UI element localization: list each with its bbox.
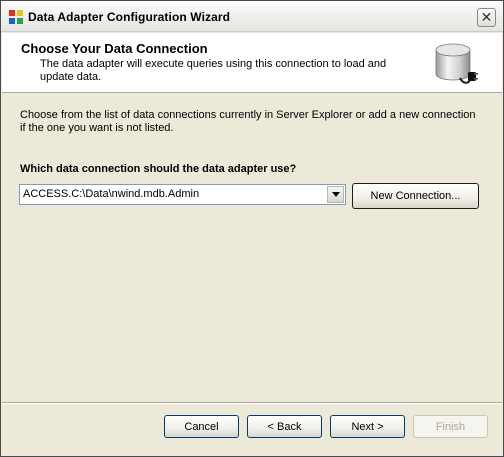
page-description: The data adapter will execute queries us… (40, 58, 387, 83)
chevron-down-icon (331, 192, 340, 197)
app-icon (9, 10, 23, 24)
wizard-window: Data Adapter Configuration Wizard ✕ Choo… (0, 0, 504, 457)
footer-divider-highlight (2, 403, 502, 404)
title-bar[interactable]: Data Adapter Configuration Wizard ✕ (1, 1, 503, 32)
connection-question-label: Which data connection should the data ad… (20, 163, 297, 175)
new-connection-button[interactable]: New Connection... (352, 183, 479, 209)
page-title: Choose Your Data Connection (21, 41, 208, 56)
next-button[interactable]: Next > (330, 415, 405, 438)
instructions-text: Choose from the list of data connections… (20, 109, 476, 134)
close-icon: ✕ (480, 9, 493, 26)
dropdown-button[interactable] (327, 186, 344, 203)
connection-select-value: ACCESS.C:\Data\nwind.mdb.Admin (23, 188, 200, 200)
connection-select[interactable]: ACCESS.C:\Data\nwind.mdb.Admin (19, 184, 346, 205)
close-button[interactable]: ✕ (477, 8, 496, 27)
database-plug-icon (435, 43, 478, 84)
cancel-button[interactable]: Cancel (164, 415, 239, 438)
window-title: Data Adapter Configuration Wizard (28, 10, 231, 24)
finish-button[interactable]: Finish (413, 415, 488, 438)
back-button[interactable]: < Back (247, 415, 322, 438)
wizard-header: Choose Your Data Connection The data ada… (2, 33, 502, 93)
